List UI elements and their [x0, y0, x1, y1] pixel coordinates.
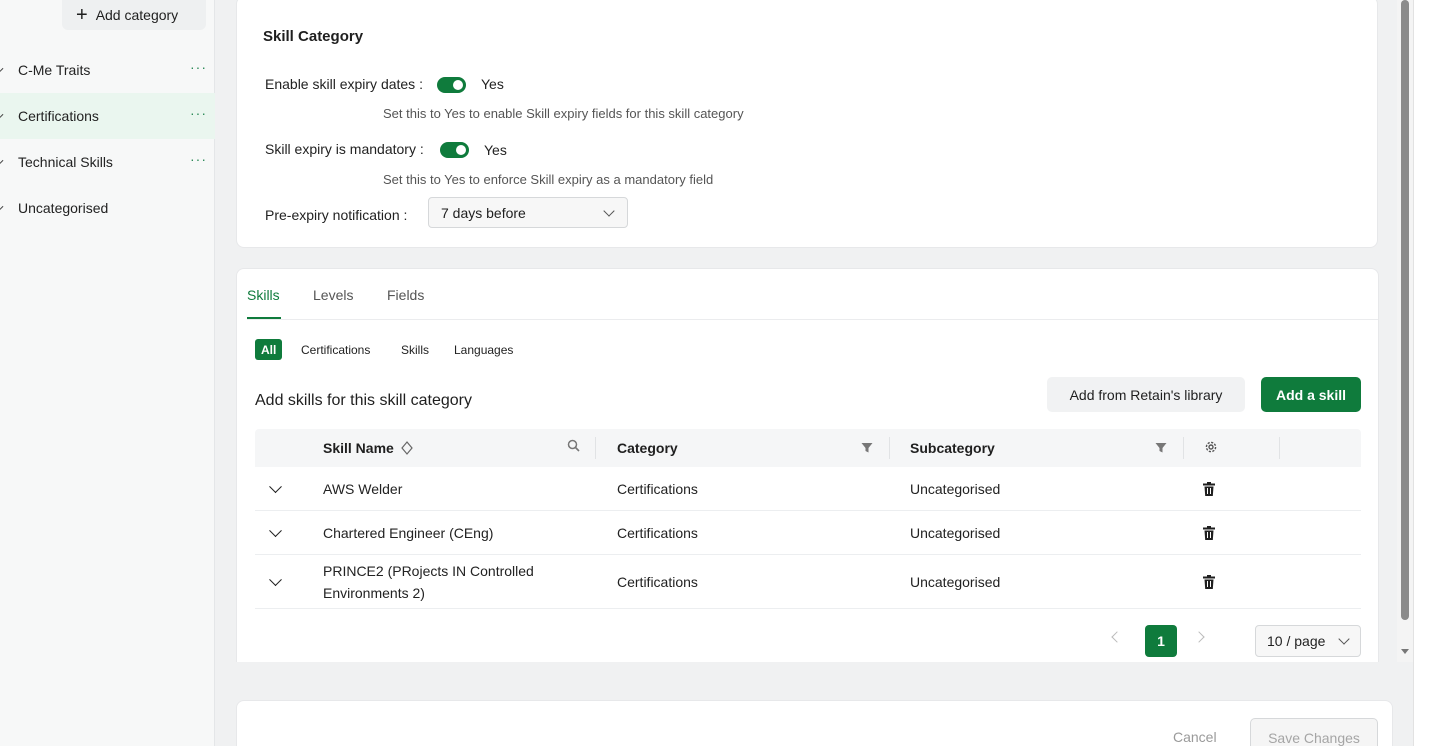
skills-card: Skills Levels Fields All Certifications … [236, 268, 1379, 662]
filter-icon[interactable] [1155, 442, 1167, 454]
subcategory-cell: Uncategorised [910, 480, 1001, 497]
filter-languages[interactable]: Languages [448, 339, 519, 360]
filter-all[interactable]: All [255, 339, 283, 360]
expand-row-icon[interactable] [269, 523, 282, 537]
expiry-mandatory-label: Skill expiry is mandatory : [265, 141, 424, 157]
category-cell: Certifications [617, 524, 698, 541]
tab-fields[interactable]: Fields [387, 287, 424, 303]
more-icon[interactable]: ··· [190, 59, 207, 75]
chevron-down-icon [1338, 633, 1350, 645]
action-bar: Cancel Save Changes [236, 700, 1393, 746]
save-changes-button[interactable]: Save Changes [1250, 718, 1378, 746]
column-divider [889, 437, 890, 459]
card-title: Skill Category [263, 28, 364, 45]
chevron-right-icon [0, 201, 4, 212]
expiry-dates-hint: Set this to Yes to enable Skill expiry f… [383, 106, 744, 121]
add-category-button[interactable]: + Add category [62, 0, 206, 30]
tab-skills[interactable]: Skills [247, 287, 280, 303]
expiry-mandatory-hint: Set this to Yes to enforce Skill expiry … [383, 172, 714, 187]
sidebar-item-uncategorised[interactable]: Uncategorised [0, 185, 215, 231]
sidebar-item-label: Certifications [18, 108, 99, 124]
subcategory-cell: Uncategorised [910, 573, 1001, 590]
filter-certifications[interactable]: Certifications [295, 339, 376, 360]
expiry-mandatory-toggle[interactable] [440, 142, 469, 158]
trash-icon[interactable] [1203, 481, 1215, 496]
column-category: Category [617, 440, 678, 456]
page-size-select[interactable]: 10 / page [1255, 625, 1361, 657]
trash-icon[interactable] [1203, 574, 1215, 589]
tabs-divider [247, 319, 1378, 320]
add-skill-button[interactable]: Add a skill [1261, 377, 1361, 412]
expiry-dates-value: Yes [481, 76, 504, 92]
column-skill-name[interactable]: Skill Name [323, 440, 413, 456]
plus-icon: + [76, 4, 88, 26]
sidebar-item-certifications[interactable]: Certifications ··· [0, 93, 215, 139]
skill-name-cell: Chartered Engineer (CEng) [323, 524, 494, 541]
column-subcategory: Subcategory [910, 440, 995, 456]
filter-icon[interactable] [861, 442, 873, 454]
scroll-down-arrow-icon[interactable] [1401, 649, 1409, 654]
column-divider [1183, 437, 1184, 459]
window-edge [1413, 0, 1430, 746]
expiry-dates-toggle[interactable] [437, 77, 466, 93]
sidebar-item-label: Uncategorised [18, 200, 109, 216]
next-page-icon[interactable] [1193, 631, 1205, 643]
expiry-mandatory-value: Yes [484, 142, 507, 158]
skill-name-cell: PRINCE2 (PRojects IN Controlled Environm… [323, 562, 534, 601]
section-title: Add skills for this skill category [255, 392, 472, 409]
expiry-dates-label: Enable skill expiry dates : [265, 76, 423, 92]
pre-expiry-label: Pre-expiry notification : [265, 207, 408, 223]
chevron-right-icon [0, 109, 4, 120]
skills-table: Skill Name Category Subcategory AWS Weld… [255, 429, 1361, 609]
column-divider [1279, 437, 1280, 459]
more-icon[interactable]: ··· [190, 151, 207, 167]
active-tab-indicator [247, 317, 281, 319]
sidebar-item-cme-traits[interactable]: C-Me Traits ··· [0, 47, 215, 93]
category-cell: Certifications [617, 480, 698, 497]
expand-row-icon[interactable] [269, 572, 282, 586]
expand-row-icon[interactable] [269, 479, 282, 493]
sidebar-item-technical-skills[interactable]: Technical Skills ··· [0, 139, 215, 185]
table-row: PRINCE2 (PRojects IN Controlled Environm… [255, 555, 1361, 609]
table-row: AWS Welder Certifications Uncategorised [255, 467, 1361, 511]
sidebar-item-label: C-Me Traits [18, 62, 91, 78]
column-divider [595, 437, 596, 459]
more-icon[interactable]: ··· [190, 105, 207, 121]
pre-expiry-value: 7 days before [441, 204, 526, 221]
page-size-value: 10 / page [1267, 633, 1326, 649]
cancel-button[interactable]: Cancel [1173, 729, 1217, 745]
add-from-library-button[interactable]: Add from Retain's library [1047, 377, 1245, 412]
table-row: Chartered Engineer (CEng) Certifications… [255, 511, 1361, 555]
chevron-right-icon [0, 155, 4, 166]
tab-levels[interactable]: Levels [313, 287, 353, 303]
chevron-down-icon [603, 205, 615, 217]
subcategory-cell: Uncategorised [910, 524, 1001, 541]
pre-expiry-select[interactable]: 7 days before [428, 197, 628, 228]
sidebar-item-label: Technical Skills [18, 154, 113, 170]
table-header: Skill Name Category Subcategory [255, 429, 1361, 467]
skill-name-cell: AWS Welder [323, 480, 403, 497]
prev-page-icon[interactable] [1111, 631, 1123, 643]
gear-icon[interactable] [1204, 440, 1218, 454]
add-category-label: Add category [95, 7, 179, 23]
category-cell: Certifications [617, 573, 698, 590]
page-1-button[interactable]: 1 [1145, 625, 1177, 657]
scrollbar-thumb[interactable] [1401, 0, 1409, 620]
skill-category-settings-card: Skill Category Enable skill expiry dates… [236, 0, 1378, 248]
sort-icon[interactable] [400, 441, 413, 455]
search-icon[interactable] [567, 439, 580, 452]
trash-icon[interactable] [1203, 525, 1215, 540]
category-sidebar: + Add category C-Me Traits ··· Certifica… [0, 0, 215, 746]
filter-skills[interactable]: Skills [395, 339, 435, 360]
chevron-right-icon [0, 63, 4, 74]
